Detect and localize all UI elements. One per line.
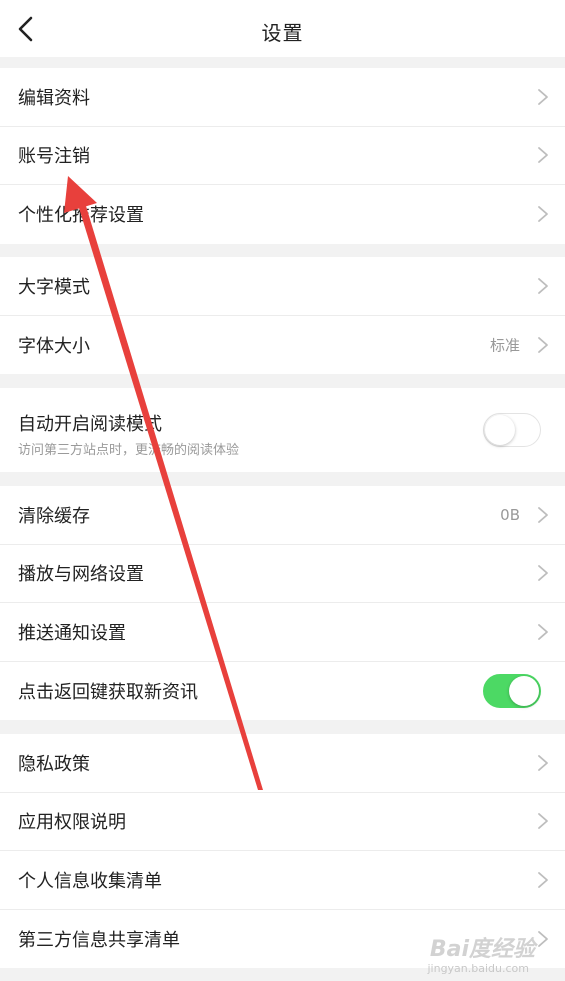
row-subtitle: 访问第三方站点时，更流畅的阅读体验 <box>18 443 240 458</box>
chevron-right-icon <box>538 88 548 105</box>
settings-row-account-deactivation[interactable]: 账号注销 <box>0 127 565 185</box>
row-label: 推送通知设置 <box>18 622 126 644</box>
chevron-right-icon <box>538 565 548 582</box>
row-label: 隐私政策 <box>18 753 90 775</box>
row-value: 标准 <box>489 336 520 355</box>
page-title: 设置 <box>261 21 304 45</box>
row-label: 个人信息收集清单 <box>18 870 162 892</box>
settings-row-auto-reading-mode: 自动开启阅读模式 访问第三方站点时，更流畅的阅读体验 <box>0 388 565 472</box>
chevron-right-icon <box>538 277 548 294</box>
settings-row-personalized-recommendation[interactable]: 个性化推荐设置 <box>0 185 565 244</box>
row-label: 编辑资料 <box>18 87 90 109</box>
settings-row-edit-profile[interactable]: 编辑资料 <box>0 68 565 127</box>
toggle-knob <box>509 675 539 706</box>
settings-row-back-key-refresh: 点击返回键获取新资讯 <box>0 662 565 721</box>
back-key-refresh-toggle[interactable] <box>483 673 541 708</box>
chevron-right-icon <box>538 147 548 164</box>
row-label: 字体大小 <box>18 335 90 357</box>
row-label: 账号注销 <box>18 146 90 168</box>
row-label: 第三方信息共享清单 <box>18 929 180 951</box>
chevron-right-icon <box>538 206 548 223</box>
section-display: 大字模式 字体大小 标准 <box>0 257 565 374</box>
settings-row-privacy-policy[interactable]: 隐私政策 <box>0 734 565 793</box>
watermark-logo: Bai度经验 <box>429 937 535 962</box>
row-label: 播放与网络设置 <box>18 564 144 586</box>
chevron-right-icon <box>538 754 548 771</box>
chevron-right-icon <box>538 813 548 830</box>
settings-row-app-permissions[interactable]: 应用权限说明 <box>0 793 565 851</box>
watermark-url: jingyan.baidu.com <box>427 962 529 975</box>
row-label: 大字模式 <box>18 276 90 298</box>
header-bar: 设置 <box>0 0 565 57</box>
settings-row-large-text-mode[interactable]: 大字模式 <box>0 257 565 316</box>
chevron-right-icon <box>538 506 548 523</box>
row-label: 自动开启阅读模式 <box>18 414 162 435</box>
chevron-right-icon <box>538 336 548 353</box>
row-value: 0B <box>500 505 520 524</box>
chevron-right-icon <box>538 623 548 640</box>
row-label: 个性化推荐设置 <box>18 205 144 227</box>
settings-screen: 设置 编辑资料 账号注销 个性化推荐设置 大字模式 字体大小 标准 自动开启阅读… <box>0 0 565 981</box>
row-label: 清除缓存 <box>18 505 90 527</box>
section-general: 清除缓存 0B 播放与网络设置 推送通知设置 点击返回键获取新资讯 <box>0 486 565 720</box>
row-label: 应用权限说明 <box>18 812 126 834</box>
toggle-knob <box>485 415 515 445</box>
section-account: 编辑资料 账号注销 个性化推荐设置 <box>0 68 565 244</box>
chevron-right-icon <box>538 871 548 888</box>
settings-row-playback-network[interactable]: 播放与网络设置 <box>0 545 565 603</box>
section-reading: 自动开启阅读模式 访问第三方站点时，更流畅的阅读体验 <box>0 388 565 472</box>
auto-reading-mode-toggle[interactable] <box>483 413 541 447</box>
settings-row-font-size[interactable]: 字体大小 标准 <box>0 316 565 375</box>
settings-row-push-notifications[interactable]: 推送通知设置 <box>0 603 565 662</box>
settings-row-personal-info-list[interactable]: 个人信息收集清单 <box>0 851 565 910</box>
settings-row-clear-cache[interactable]: 清除缓存 0B <box>0 486 565 545</box>
chevron-right-icon <box>538 930 548 947</box>
row-label: 点击返回键获取新资讯 <box>18 681 198 703</box>
